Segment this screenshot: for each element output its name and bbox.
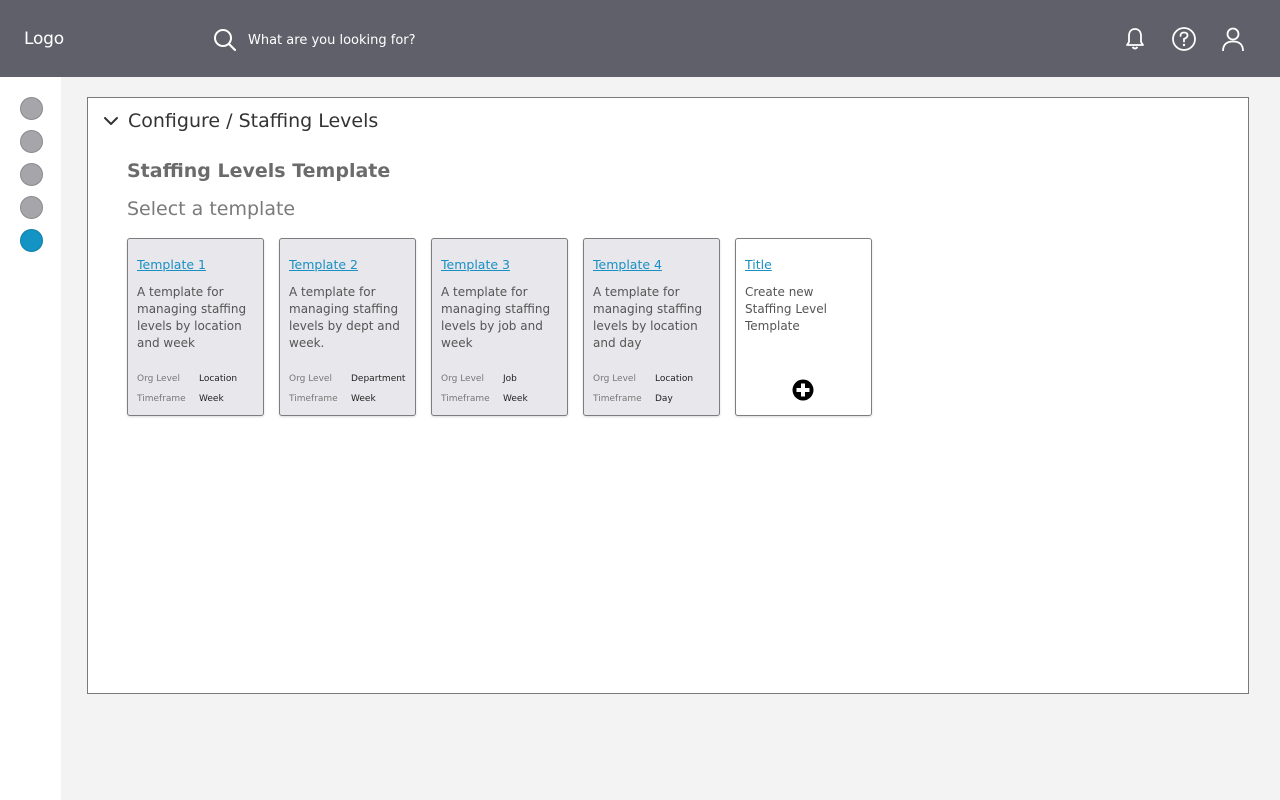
org-level-label: Org Level xyxy=(289,374,332,384)
org-level-label: Org Level xyxy=(593,374,636,384)
template-description: A template for managing staffing levels … xyxy=(137,285,247,350)
section-title: Staffing Levels Template xyxy=(127,160,391,182)
collapse-toggle[interactable]: Configure / Staffing Levels xyxy=(102,110,378,132)
org-level-label: Org Level xyxy=(441,374,484,384)
template-description: A template for managing staffing levels … xyxy=(289,285,400,350)
nav-item-5-active[interactable] xyxy=(20,229,43,252)
new-template-card[interactable]: Title Create new Staffing Level Template xyxy=(735,238,872,416)
main-panel: Configure / Staffing Levels Staffing Lev… xyxy=(87,97,1249,694)
template-title-link[interactable]: Template 3 xyxy=(441,257,558,272)
nav-item-2[interactable] xyxy=(20,130,43,153)
search-bar xyxy=(212,26,568,54)
help-icon[interactable] xyxy=(1170,25,1197,53)
timeframe-value: Week xyxy=(351,394,376,404)
org-level-value: Job xyxy=(503,374,517,384)
org-level-label: Org Level xyxy=(137,374,180,384)
template-card[interactable]: Template 4 A template for managing staff… xyxy=(583,238,720,416)
org-level-value: Department xyxy=(351,374,406,384)
timeframe-value: Day xyxy=(655,394,673,404)
template-title-link[interactable]: Template 1 xyxy=(137,257,254,272)
nav-item-3[interactable] xyxy=(20,163,43,186)
template-meta: Org Level Job Timeframe Week xyxy=(441,369,528,409)
side-rail xyxy=(0,77,61,800)
nav-item-4[interactable] xyxy=(20,196,43,219)
new-template-title-link[interactable]: Title xyxy=(745,257,862,272)
template-card[interactable]: Template 3 A template for managing staff… xyxy=(431,238,568,416)
header-actions xyxy=(1121,25,1246,53)
template-title-link[interactable]: Template 2 xyxy=(289,257,406,272)
timeframe-label: Timeframe xyxy=(441,394,490,404)
breadcrumb: Configure / Staffing Levels xyxy=(128,110,379,132)
timeframe-value: Week xyxy=(503,394,528,404)
template-meta: Org Level Location Timeframe Day xyxy=(593,369,693,409)
template-card[interactable]: Template 2 A template for managing staff… xyxy=(279,238,416,416)
user-icon[interactable] xyxy=(1219,25,1246,53)
timeframe-label: Timeframe xyxy=(137,394,186,404)
template-meta: Org Level Department Timeframe Week xyxy=(289,369,405,409)
org-level-value: Location xyxy=(655,374,694,384)
template-description: A template for managing staffing levels … xyxy=(441,285,551,350)
chevron-down-icon[interactable] xyxy=(102,112,120,130)
template-card[interactable]: Template 1 A template for managing staff… xyxy=(127,238,264,416)
org-level-value: Location xyxy=(199,374,238,384)
search-input[interactable] xyxy=(248,32,568,48)
bell-icon[interactable] xyxy=(1121,25,1148,53)
template-meta: Org Level Location Timeframe Week xyxy=(137,369,237,409)
template-cards: Template 1 A template for managing staff… xyxy=(127,238,872,416)
top-bar: Logo xyxy=(0,0,1280,77)
template-title-link[interactable]: Template 4 xyxy=(593,257,710,272)
section-subtitle: Select a template xyxy=(127,198,296,220)
new-template-description: Create new Staffing Level Template xyxy=(745,285,827,333)
timeframe-label: Timeframe xyxy=(593,394,642,404)
plus-circle-icon[interactable] xyxy=(792,379,814,401)
timeframe-value: Week xyxy=(199,394,224,404)
logo[interactable]: Logo xyxy=(24,29,64,49)
template-description: A template for managing staffing levels … xyxy=(593,285,703,350)
search-icon[interactable] xyxy=(212,27,238,53)
nav-item-1[interactable] xyxy=(20,97,43,120)
timeframe-label: Timeframe xyxy=(289,394,338,404)
